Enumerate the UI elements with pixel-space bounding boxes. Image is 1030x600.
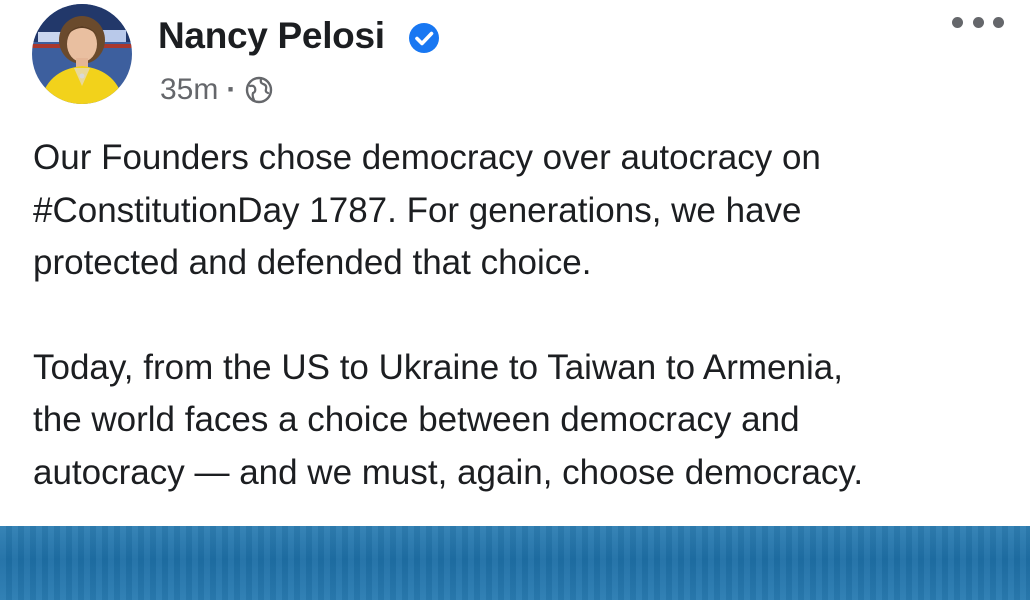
avatar-image [32, 4, 132, 104]
meta-separator: · [226, 73, 237, 106]
post-text: Our Founders chose democracy over autocr… [33, 132, 1023, 499]
author-name[interactable]: Nancy Pelosi [158, 14, 385, 58]
post-meta: 35m · [160, 72, 274, 108]
more-options-dot [993, 16, 1004, 28]
author-avatar[interactable] [32, 4, 132, 104]
more-options-button[interactable] [952, 6, 1004, 38]
verified-badge-icon [409, 23, 439, 53]
globe-icon[interactable] [244, 75, 274, 105]
post-paragraph-1: Our Founders chose democracy over autocr… [33, 138, 821, 282]
post-paragraph-2: Today, from the US to Ukraine to Taiwan … [33, 347, 864, 492]
post-timestamp[interactable]: 35m [160, 73, 218, 107]
facebook-post: Nancy Pelosi 35m · Our Founders chose de… [0, 0, 1030, 600]
post-media-preview[interactable] [0, 526, 1030, 600]
more-options-dot [952, 16, 963, 28]
more-options-dot [972, 16, 984, 28]
